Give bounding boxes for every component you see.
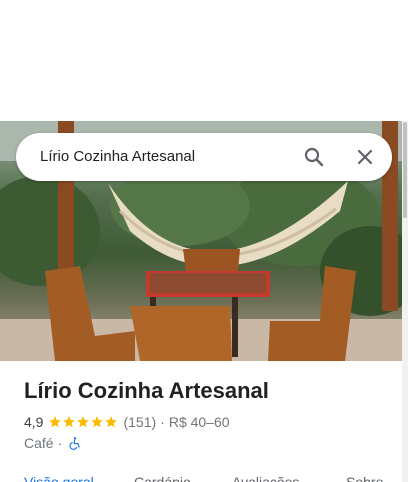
star-icon: [91, 416, 104, 428]
wheelchair-icon: [68, 436, 82, 450]
tab-reviews[interactable]: Avaliações: [232, 474, 299, 482]
place-title: Lírio Cozinha Artesanal: [24, 378, 269, 403]
tab-menu[interactable]: Cardápio: [134, 474, 191, 482]
star-icon: [77, 416, 90, 428]
tab-about[interactable]: Sobre: [346, 474, 383, 482]
search-bar[interactable]: Lírio Cozinha Artesanal: [16, 133, 392, 181]
star-rating: [48, 415, 118, 429]
close-icon[interactable]: [353, 145, 377, 169]
star-icon: [63, 416, 76, 428]
search-icon[interactable]: [302, 145, 326, 169]
tab-overview[interactable]: Visão geral: [24, 474, 94, 482]
rating-value: 4,9: [24, 414, 44, 430]
scrollbar-thumb[interactable]: [403, 122, 407, 218]
separator-dot: ·: [160, 414, 165, 430]
star-icon: [105, 416, 118, 428]
place-tabs: Visão geral Cardápio Avaliações Sobre: [24, 470, 408, 482]
review-count[interactable]: (151): [123, 414, 156, 430]
rating-row: 4,9 (151) · R$ 40–60: [24, 413, 230, 431]
price-range: R$ 40–60: [168, 414, 230, 430]
category-row: Café ·: [24, 434, 82, 452]
place-category[interactable]: Café: [24, 435, 54, 451]
separator-dot: ·: [57, 435, 63, 451]
star-icon: [49, 416, 62, 428]
search-input[interactable]: Lírio Cozinha Artesanal: [40, 148, 195, 165]
